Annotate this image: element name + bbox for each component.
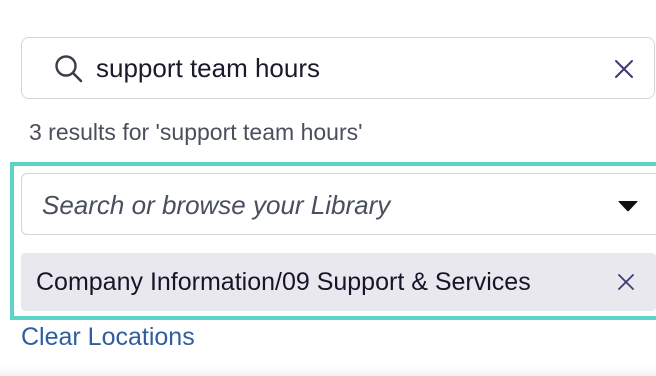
- remove-location-icon[interactable]: [616, 272, 636, 292]
- caret-down-icon[interactable]: [618, 200, 638, 212]
- divider: [0, 366, 656, 376]
- location-chip-label: Company Information/09 Support & Service…: [36, 268, 531, 296]
- location-chip: Company Information/09 Support & Service…: [21, 253, 656, 311]
- library-select[interactable]: Search or browse your Library: [21, 173, 656, 235]
- clear-search-icon[interactable]: [612, 57, 636, 81]
- library-select-placeholder: Search or browse your Library: [42, 190, 391, 220]
- search-input[interactable]: support team hours: [96, 50, 320, 86]
- search-icon: [55, 55, 83, 83]
- search-panel: support team hours 3 results for 'suppor…: [0, 0, 656, 376]
- clear-locations-link[interactable]: Clear Locations: [21, 320, 195, 354]
- results-summary: 3 results for 'support team hours': [29, 119, 363, 145]
- search-box[interactable]: support team hours: [21, 37, 655, 99]
